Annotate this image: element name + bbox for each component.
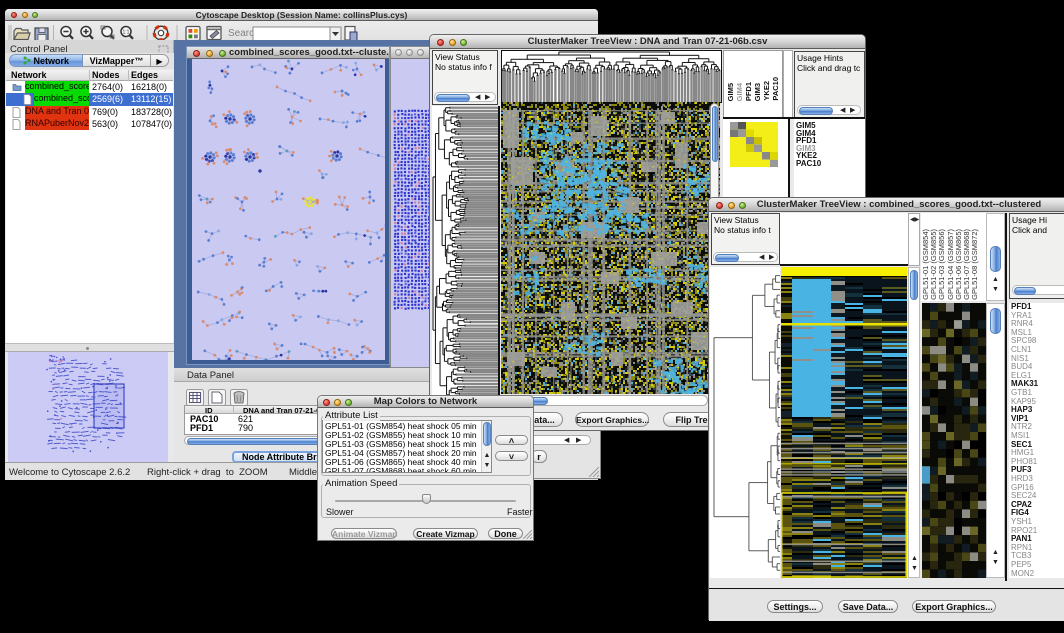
svg-text:1:1: 1:1 [123, 30, 130, 36]
